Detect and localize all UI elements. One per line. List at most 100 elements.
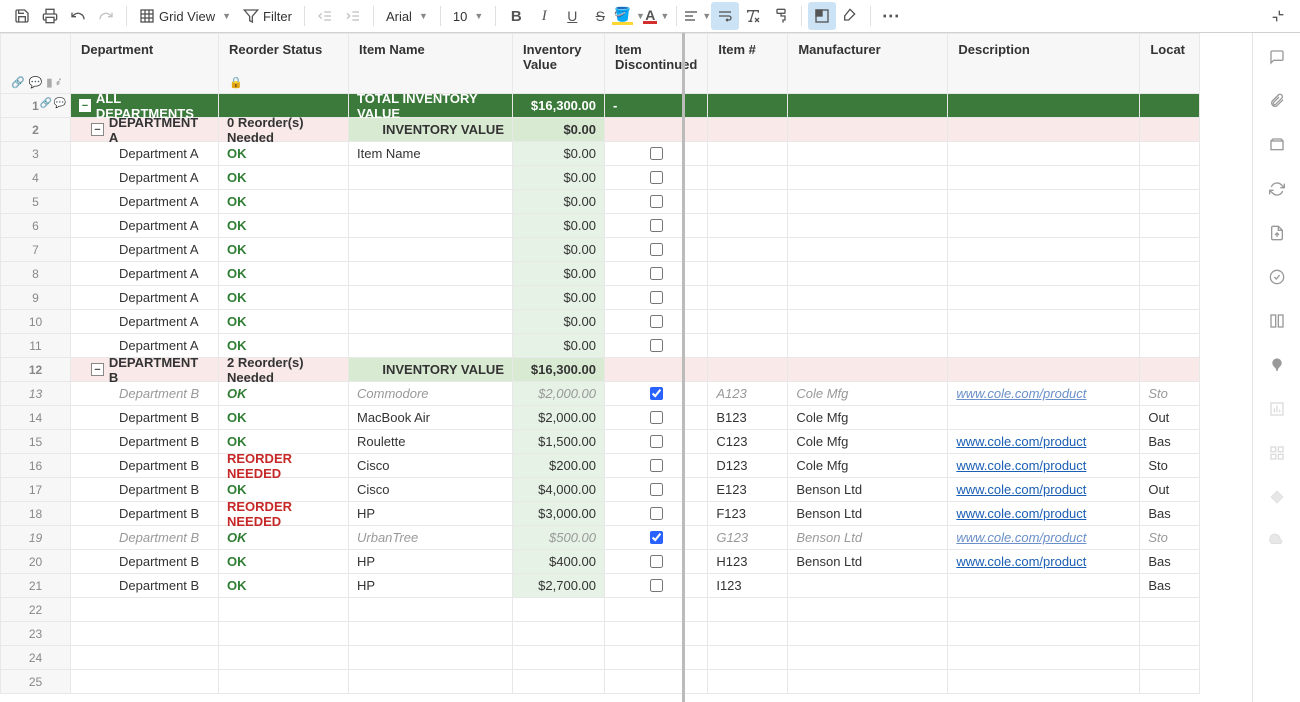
row-number[interactable]: 3 (1, 142, 71, 166)
table-row[interactable]: 4 Department A OK $0.00 (1, 166, 1200, 190)
strikethrough-button[interactable]: S (586, 2, 614, 30)
row-number[interactable]: 22 (1, 598, 71, 622)
discontinued-checkbox[interactable] (650, 483, 663, 496)
undo-button[interactable] (64, 2, 92, 30)
table-row[interactable]: 17 Department B OK Cisco $4,000.00 E123 … (1, 478, 1200, 502)
row-number[interactable]: 17 (1, 478, 71, 502)
indent-button[interactable] (339, 2, 367, 30)
discontinued-checkbox[interactable] (650, 267, 663, 280)
table-row[interactable]: 8 Department A OK $0.00 (1, 262, 1200, 286)
discontinued-checkbox[interactable] (650, 291, 663, 304)
header-item-name[interactable]: Item Name (349, 34, 513, 94)
discontinued-checkbox[interactable] (650, 339, 663, 352)
align-button[interactable]: ▼ (683, 2, 711, 30)
table-row[interactable]: 13 Department B OK Commodore $2,000.00 A… (1, 382, 1200, 406)
filter-button[interactable]: Filter (237, 2, 298, 30)
discontinued-checkbox[interactable] (650, 411, 663, 424)
table-row[interactable]: 23 (1, 622, 1200, 646)
description-link[interactable]: www.cole.com/product (956, 506, 1086, 521)
table-row[interactable]: 18 Department B REORDER NEEDED HP $3,000… (1, 502, 1200, 526)
row-dept-b-header[interactable]: 12 −DEPARTMENT B 2 Reorder(s) Needed INV… (1, 358, 1200, 382)
header-description[interactable]: Description (948, 34, 1140, 94)
table-row[interactable]: 16 Department B REORDER NEEDED Cisco $20… (1, 454, 1200, 478)
description-link[interactable]: www.cole.com/product (956, 554, 1086, 569)
discontinued-checkbox[interactable] (650, 387, 663, 400)
discontinued-checkbox[interactable] (650, 459, 663, 472)
table-row[interactable]: 24 (1, 646, 1200, 670)
fill-color-button[interactable]: 🪣▼ (614, 2, 642, 30)
print-button[interactable] (36, 2, 64, 30)
header-reorder-status[interactable]: Reorder Status🔒 (219, 34, 349, 94)
brandfolder-button[interactable] (1265, 353, 1289, 377)
rail-cloud-button[interactable] (1265, 529, 1289, 553)
publish-button[interactable] (1265, 221, 1289, 245)
attachments-button[interactable] (1265, 89, 1289, 113)
row-number[interactable]: 24 (1, 646, 71, 670)
row-number[interactable]: 1🔗💬 (1, 94, 71, 118)
table-row[interactable]: 7 Department A OK $0.00 (1, 238, 1200, 262)
discontinued-checkbox[interactable] (650, 555, 663, 568)
discontinued-checkbox[interactable] (650, 435, 663, 448)
row-number[interactable]: 4 (1, 166, 71, 190)
row-number[interactable]: 14 (1, 406, 71, 430)
outdent-button[interactable] (311, 2, 339, 30)
table-row[interactable]: 21 Department B OK HP $2,700.00 I123 Bas (1, 574, 1200, 598)
table-row[interactable]: 14 Department B OK MacBook Air $2,000.00… (1, 406, 1200, 430)
discontinued-checkbox[interactable] (650, 219, 663, 232)
table-row[interactable]: 19 Department B OK UrbanTree $500.00 G12… (1, 526, 1200, 550)
table-row[interactable]: 5 Department A OK $0.00 (1, 190, 1200, 214)
header-inventory-value[interactable]: Inventory Value (513, 34, 605, 94)
description-link[interactable]: www.cole.com/product (956, 530, 1086, 545)
description-link[interactable]: www.cole.com/product (956, 482, 1086, 497)
discontinued-checkbox[interactable] (650, 531, 663, 544)
rail-chart-button[interactable] (1265, 397, 1289, 421)
table-row[interactable]: 22 (1, 598, 1200, 622)
underline-button[interactable]: U (558, 2, 586, 30)
description-link[interactable]: www.cole.com/product (956, 458, 1086, 473)
collapse-toolbar-button[interactable] (1264, 2, 1292, 30)
header-department[interactable]: Department (71, 34, 219, 94)
discontinued-checkbox[interactable] (650, 171, 663, 184)
header-manufacturer[interactable]: Manufacturer (788, 34, 948, 94)
update-requests-button[interactable] (1265, 177, 1289, 201)
row-dept-a-header[interactable]: 2 −DEPARTMENT A 0 Reorder(s) Needed INVE… (1, 118, 1200, 142)
discontinued-checkbox[interactable] (650, 195, 663, 208)
table-row[interactable]: 3 Department A OK Item Name $0.00 (1, 142, 1200, 166)
discontinued-checkbox[interactable] (650, 507, 663, 520)
row-number[interactable]: 21 (1, 574, 71, 598)
row-number[interactable]: 7 (1, 238, 71, 262)
row-number[interactable]: 9 (1, 286, 71, 310)
rail-diamond-button[interactable] (1265, 485, 1289, 509)
discontinued-checkbox[interactable] (650, 147, 663, 160)
discontinued-checkbox[interactable] (650, 243, 663, 256)
row-number[interactable]: 18 (1, 502, 71, 526)
highlight-button[interactable] (836, 2, 864, 30)
table-row[interactable]: 15 Department B OK Roulette $1,500.00 C1… (1, 430, 1200, 454)
text-color-button[interactable]: A▼ (642, 2, 670, 30)
discontinued-checkbox[interactable] (650, 315, 663, 328)
header-item-discontinued[interactable]: Item Discontinued (605, 34, 708, 94)
collapse-icon[interactable]: − (79, 99, 91, 112)
header-location[interactable]: Locat (1140, 34, 1200, 94)
collapse-icon[interactable]: − (91, 363, 104, 376)
row-number[interactable]: 13 (1, 382, 71, 406)
summary-button[interactable] (1265, 309, 1289, 333)
redo-button[interactable] (92, 2, 120, 30)
more-button[interactable]: ⋯ (877, 2, 905, 30)
conversations-button[interactable] (1265, 45, 1289, 69)
activity-button[interactable] (1265, 265, 1289, 289)
row-number[interactable]: 23 (1, 622, 71, 646)
description-link[interactable]: www.cole.com/product (956, 386, 1086, 401)
proofs-button[interactable] (1265, 133, 1289, 157)
table-row[interactable]: 20 Department B OK HP $400.00 H123 Benso… (1, 550, 1200, 574)
font-dropdown[interactable]: Arial ▼ (380, 2, 434, 30)
clear-format-button[interactable] (739, 2, 767, 30)
table-row[interactable]: 10 Department A OK $0.00 (1, 310, 1200, 334)
row-number[interactable]: 19 (1, 526, 71, 550)
row-number[interactable]: 11 (1, 334, 71, 358)
grid-area[interactable]: 🔗 💬 ▮ 𝒾 Department Reorder Status🔒 Item … (0, 33, 1252, 702)
row-number[interactable]: 2 (1, 118, 71, 142)
rail-apps-button[interactable] (1265, 441, 1289, 465)
save-button[interactable] (8, 2, 36, 30)
row-number[interactable]: 15 (1, 430, 71, 454)
